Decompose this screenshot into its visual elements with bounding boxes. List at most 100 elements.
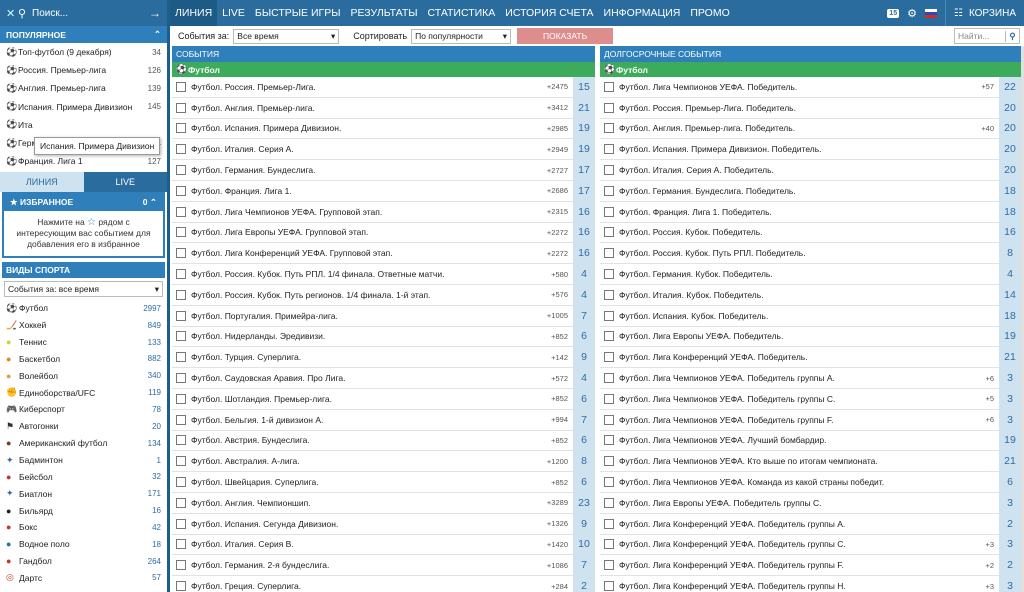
row-extra[interactable]: +572 <box>551 374 573 383</box>
row-extra[interactable]: +2315 <box>547 207 573 216</box>
sport-item[interactable]: ✦ Бадминтон 1 <box>0 452 167 469</box>
checkbox[interactable] <box>604 497 614 508</box>
row-extra[interactable]: +994 <box>551 415 573 424</box>
sport-item[interactable]: ● Гандбол 264 <box>0 553 167 570</box>
row-count[interactable]: 17 <box>573 180 595 202</box>
row-extra[interactable]: +2727 <box>547 166 573 175</box>
checkbox[interactable] <box>604 81 614 92</box>
row-count[interactable]: 7 <box>573 554 595 576</box>
row-count[interactable]: 20 <box>999 118 1021 139</box>
checkbox[interactable] <box>604 456 614 467</box>
row-extra[interactable]: +580 <box>551 270 573 279</box>
sport-item[interactable]: ● Американский футбол 134 <box>0 435 167 452</box>
checkbox[interactable] <box>604 185 614 196</box>
checkbox[interactable] <box>176 165 186 176</box>
table-row[interactable]: Футбол. Лига Европы УЕФА. Победитель. 19 <box>600 326 1021 348</box>
sport-item[interactable]: ◎ Дартс 57 <box>0 570 167 587</box>
table-row[interactable]: Футбол. Россия. Кубок. Путь РПЛ. 1/4 фин… <box>172 263 595 285</box>
row-count[interactable]: 19 <box>999 430 1021 451</box>
checkbox[interactable] <box>604 102 614 113</box>
table-row[interactable]: Футбол. Россия. Премьер-Лига. +2475 15 <box>172 76 595 98</box>
row-extra[interactable]: +2475 <box>547 82 573 91</box>
row-count[interactable]: 6 <box>573 388 595 410</box>
row-extra[interactable]: +40 <box>981 124 999 133</box>
table-row[interactable]: Футбол. Лига Чемпионов УЕФА. Кто выше по… <box>600 450 1021 473</box>
checkbox[interactable] <box>604 477 614 488</box>
checkbox[interactable] <box>176 144 186 155</box>
row-extra[interactable]: +57 <box>981 82 999 91</box>
row-count[interactable]: 3 <box>999 534 1021 555</box>
row-extra[interactable]: +1326 <box>547 519 573 528</box>
nav-item[interactable]: ПРОМО <box>685 7 734 19</box>
row-extra[interactable]: +6 <box>985 415 999 424</box>
row-count[interactable]: 2 <box>573 575 595 592</box>
row-count[interactable]: 6 <box>999 471 1021 493</box>
table-row[interactable]: Футбол. Греция. Суперлига. +284 2 <box>172 575 595 592</box>
nav-item[interactable]: ИНФОРМАЦИЯ <box>599 7 686 19</box>
row-extra[interactable]: +852 <box>551 332 573 341</box>
row-count[interactable]: 20 <box>999 138 1021 160</box>
row-count[interactable]: 18 <box>999 201 1021 223</box>
table-row[interactable]: Футбол. Лига Чемпионов УЕФА. Команда из … <box>600 471 1021 493</box>
list-item[interactable]: ⚽ Россия. Премьер-лига 126 <box>0 61 167 79</box>
flag-icon[interactable] <box>924 8 937 18</box>
search-icon[interactable]: ⚲ <box>1005 30 1019 42</box>
checkbox[interactable] <box>176 373 186 384</box>
checkbox[interactable] <box>604 581 614 592</box>
table-row[interactable]: Футбол. Россия. Кубок. Путь регионов. 1/… <box>172 284 595 306</box>
row-extra[interactable]: +284 <box>551 582 573 591</box>
checkbox[interactable] <box>176 269 186 280</box>
table-row[interactable]: Футбол. Германия. Бундеслига. Победитель… <box>600 180 1021 202</box>
gear-icon[interactable]: ⚙ <box>907 7 917 20</box>
row-count[interactable]: 3 <box>999 388 1021 410</box>
checkbox[interactable] <box>176 477 186 488</box>
checkbox[interactable] <box>176 248 186 259</box>
checkbox[interactable] <box>604 123 614 134</box>
checkbox[interactable] <box>604 289 614 300</box>
sport-item[interactable]: ● Бильярд 16 <box>0 502 167 519</box>
table-row[interactable]: Футбол. Лига Конференций УЕФА. Групповой… <box>172 242 595 265</box>
table-row[interactable]: Футбол. Англия. Премьер-лига. +3412 21 <box>172 97 595 119</box>
table-row[interactable]: Футбол. Италия. Кубок. Победитель. 14 <box>600 284 1021 306</box>
row-count[interactable]: 4 <box>573 367 595 389</box>
checkbox[interactable] <box>176 81 186 92</box>
checkbox[interactable] <box>176 289 186 300</box>
row-count[interactable]: 21 <box>999 346 1021 368</box>
nav-item[interactable]: ЛИНИЯ <box>170 0 218 26</box>
checkbox[interactable] <box>176 560 186 571</box>
checkbox[interactable] <box>176 518 186 529</box>
checkbox[interactable] <box>604 518 614 529</box>
sport-item[interactable]: ● Баскетбол 882 <box>0 351 167 368</box>
row-extra[interactable]: +2949 <box>547 145 573 154</box>
checkbox[interactable] <box>176 102 186 113</box>
nav-item[interactable]: СТАТИСТИКА <box>423 7 501 19</box>
table-row[interactable]: Футбол. Франция. Лига 1. +2686 17 <box>172 180 595 202</box>
row-extra[interactable]: +852 <box>551 394 573 403</box>
arrow-right-icon[interactable]: → <box>149 6 161 20</box>
table-row[interactable]: Футбол. Бельгия. 1-й дивизион А. +994 7 <box>172 409 595 431</box>
table-row[interactable]: Футбол. Лига Конференций УЕФА. Победител… <box>600 575 1021 592</box>
checkbox[interactable] <box>176 539 186 550</box>
row-count[interactable]: 21 <box>573 97 595 119</box>
nav-item[interactable]: РЕЗУЛЬТАТЫ <box>346 7 423 19</box>
row-extra[interactable]: +142 <box>551 353 573 362</box>
sport-item[interactable]: ● Водное поло 18 <box>0 536 167 553</box>
chevron-up-icon[interactable]: ⌃ <box>154 29 161 40</box>
row-extra[interactable]: +5 <box>985 394 999 403</box>
checkbox[interactable] <box>604 206 614 217</box>
table-row[interactable]: Футбол. Россия. Премьер-Лига. Победитель… <box>600 97 1021 119</box>
row-count[interactable]: 8 <box>573 450 595 472</box>
search-input[interactable]: Поиск... <box>32 8 149 19</box>
row-count[interactable]: 16 <box>573 201 595 223</box>
list-item[interactable]: ⚽ Ита <box>0 116 167 134</box>
row-extra[interactable]: +2 <box>985 561 999 570</box>
row-count[interactable]: 2 <box>999 554 1021 576</box>
notifications-badge[interactable]: 15 <box>887 8 900 18</box>
clear-icon[interactable]: ✕ <box>6 7 18 20</box>
table-row[interactable]: Футбол. Лига Чемпионов УЕФА. Групповой э… <box>172 201 595 223</box>
row-count[interactable]: 18 <box>999 305 1021 327</box>
sport-item[interactable]: ⚽ Футбол 2997 <box>0 300 167 317</box>
sort-select[interactable]: По популярности ▾ <box>411 28 512 44</box>
table-row[interactable]: Футбол. Лига Конференций УЕФА. Победител… <box>600 534 1021 556</box>
table-row[interactable]: Футбол. Лига Чемпионов УЕФА. Лучший бомб… <box>600 430 1021 452</box>
